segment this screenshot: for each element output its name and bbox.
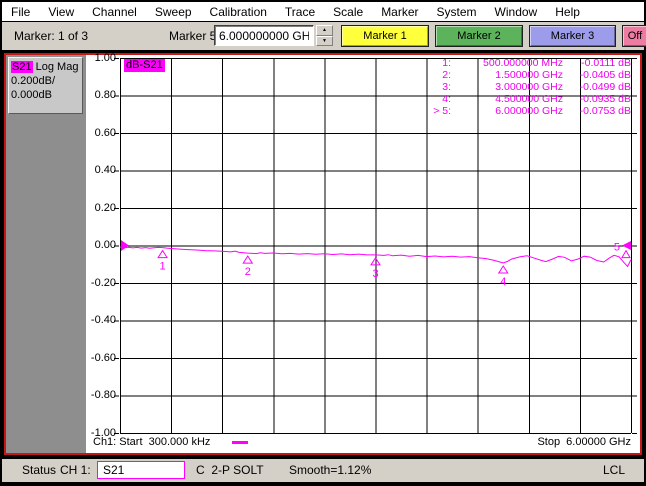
y-tick-label: 0.80 (94, 89, 116, 101)
menu-sweep[interactable]: Sweep (146, 4, 201, 20)
marker-4[interactable]: 4 (497, 265, 509, 288)
menu-help[interactable]: Help (546, 4, 589, 20)
status-label: Status (22, 463, 57, 477)
menu-window[interactable]: Window (486, 4, 547, 20)
marker-5[interactable]: 5 (614, 241, 631, 259)
y-tick-label: 0.40 (94, 164, 116, 176)
marker-2[interactable]: 2 (242, 255, 254, 278)
vna-display-area: S21 Log Mag 0.200dB/ 0.000dB 1.00 0.80 0.6… (2, 52, 644, 458)
menu-file[interactable]: File (2, 4, 39, 20)
vna-application-window: File View Channel Sweep Calibration Trace Scal… (0, 0, 646, 486)
button-marker-3[interactable]: Marker 3 (529, 25, 616, 47)
button-off[interactable]: Off (622, 25, 646, 47)
menu-view[interactable]: View (39, 4, 83, 20)
marker-readout-row: 4: 4.500000 GHz -0.0935 dB (442, 93, 631, 105)
marker-triangle (242, 255, 254, 264)
status-bar: Status CH 1: S21 C 2-P SOLT Smooth=1.12%… (2, 459, 644, 482)
menu-trace[interactable]: Trace (276, 4, 324, 20)
trace-reference-label: 0.000dB (11, 89, 52, 101)
svg-text:2: 2 (245, 266, 251, 278)
marker-1[interactable]: 1 (157, 249, 168, 273)
trace-color-legend-dash (232, 440, 249, 444)
start-frequency-label: Ch1: Start 300.000 kHz (93, 436, 211, 448)
y-tick-label: -0.80 (90, 389, 116, 401)
menu-calibration[interactable]: Calibration (201, 4, 276, 20)
trace-sidebar: S21 Log Mag 0.200dB/ 0.000dB (6, 55, 86, 453)
y-tick-label: 1.00 (94, 51, 116, 64)
reference-level-indicator (121, 240, 129, 251)
stop-frequency-label: Stop 6.00000 GHz (537, 436, 631, 448)
trace-info-box[interactable]: S21 Log Mag 0.200dB/ 0.000dB (8, 57, 83, 114)
spinner-down-button[interactable]: ▼ (316, 35, 333, 46)
marker-triangle (497, 265, 509, 274)
trace-scale-label: 0.200dB/ (11, 75, 56, 87)
menu-system[interactable]: System (428, 4, 486, 20)
menu-channel[interactable]: Channel (83, 4, 146, 20)
trace-id-badge: S21 (11, 61, 33, 73)
menu-bar: File View Channel Sweep Calibration Trace Scal… (2, 2, 644, 21)
y-tick-label: -0.40 (90, 314, 116, 326)
x-axis-annotation: Ch1: Start 300.000 kHz Stop 6.00000 GHz (93, 436, 631, 448)
active-trace-box: S21 (97, 461, 185, 479)
svg-text:3: 3 (372, 268, 378, 280)
svg-text:1: 1 (160, 261, 166, 273)
display-red-frame: S21 Log Mag 0.200dB/ 0.000dB 1.00 0.80 0.6… (4, 51, 642, 455)
marker-readout-row: 3: 3.000000 GHz -0.0499 dB (442, 81, 631, 93)
marker-toolbar: Marker: 1 of 3 Marker 5 ▲ ▼ Marker 1Mark… (2, 22, 646, 50)
marker-frequency-field-label: Marker 5 (169, 29, 217, 43)
marker-buttons-group: Marker 1 Marker 2 Marker 3 Off (341, 25, 646, 47)
marker-readout-row: 1: 500.000000 MHz -0.0111 dB (442, 57, 631, 69)
menu-marker[interactable]: Marker (372, 4, 427, 20)
trace-format-label: Log Mag (35, 61, 79, 73)
marker-readout-table: 1: 500.000000 MHz -0.0111 dB 2: 1.500000 GHz… (423, 57, 631, 117)
y-tick-label: -0.20 (90, 276, 116, 289)
smoothing-status-label: Smooth=1.12% (289, 463, 372, 477)
marker-readout-row: 2: 1.500000 GHz -0.0405 dB (442, 69, 631, 81)
y-tick-label: 0.20 (94, 201, 116, 214)
measurement-chart: 1.00 0.80 0.60 0.40 0.20 0.00 -0.20 -0.40 -0.60 -… (86, 51, 640, 453)
y-tick-label: 0.60 (94, 126, 116, 139)
channel-label: CH 1: (60, 463, 91, 477)
button-marker-2[interactable]: Marker 2 (435, 25, 523, 47)
marker-frequency-input[interactable] (214, 25, 314, 46)
correction-status-label: C 2-P SOLT (196, 463, 264, 477)
spinner-up-button[interactable]: ▲ (316, 25, 333, 36)
active-marker-indicator (622, 241, 631, 250)
svg-text:4: 4 (500, 276, 506, 288)
y-tick-label: -0.60 (90, 351, 116, 364)
marker-triangle (157, 249, 168, 259)
marker-status-label: Marker: 1 of 3 (14, 29, 89, 43)
local-mode-label: LCL (603, 463, 626, 477)
svg-text:5: 5 (614, 242, 620, 254)
y-tick-label: 0.00 (94, 239, 116, 251)
marker-triangle (621, 249, 631, 259)
frequency-spinner: ▲ ▼ (316, 25, 333, 46)
button-marker-1[interactable]: Marker 1 (341, 25, 429, 47)
graticule-title: dB-S21 (124, 59, 165, 72)
marker-readout-row: > 5: 6.000000 GHz -0.0753 dB (433, 105, 631, 117)
menu-scale[interactable]: Scale (324, 4, 372, 20)
